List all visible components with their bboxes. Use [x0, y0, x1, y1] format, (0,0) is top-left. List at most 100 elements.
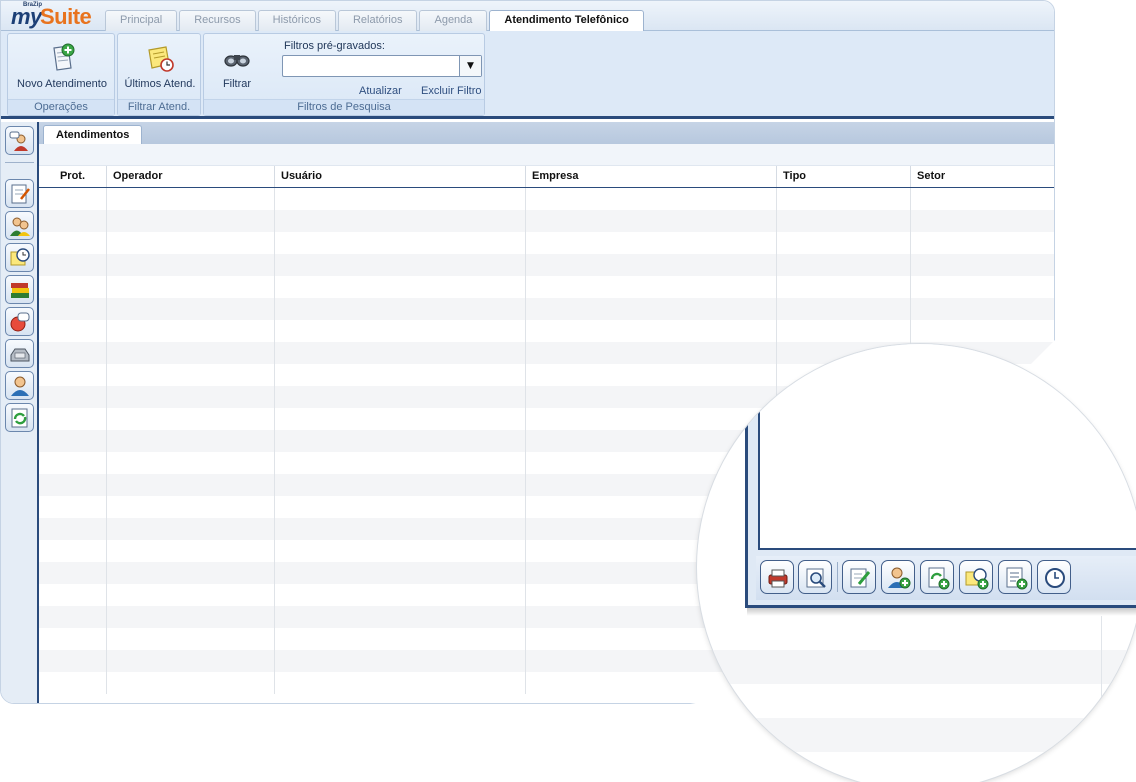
table-cell [39, 628, 107, 650]
novo-atendimento-label: Novo Atendimento [17, 78, 107, 90]
table-cell [526, 254, 777, 276]
table-cell [526, 276, 777, 298]
books-icon [11, 283, 29, 298]
table-cell [275, 584, 526, 606]
table-row[interactable] [39, 232, 1054, 254]
table-cell [39, 452, 107, 474]
table-cell [275, 386, 526, 408]
magnified-row [697, 650, 1136, 684]
add-list-button[interactable] [998, 560, 1032, 594]
clock-button[interactable] [1037, 560, 1071, 594]
table-cell [107, 496, 275, 518]
table-cell [39, 364, 107, 386]
table-cell [39, 232, 107, 254]
table-cell [911, 210, 1054, 232]
ribbon: Novo Atendimento Operações Últimos Atend… [1, 31, 1054, 119]
filtros-pre-gravados-select[interactable]: ▼ [282, 55, 482, 77]
tab-atendimento-telefonico[interactable]: Atendimento Telefônico [489, 10, 644, 32]
table-cell [39, 562, 107, 584]
table-cell [107, 584, 275, 606]
table-cell [275, 408, 526, 430]
column-header-empresa[interactable]: Empresa [526, 166, 777, 187]
add-clock-button[interactable] [959, 560, 993, 594]
magnified-row [697, 684, 1136, 718]
table-cell [526, 188, 777, 210]
table-row[interactable] [39, 320, 1054, 342]
tab-historicos[interactable]: Históricos [257, 10, 336, 31]
table-row[interactable] [39, 188, 1054, 210]
column-header-tipo[interactable]: Tipo [777, 166, 911, 187]
table-row[interactable] [39, 254, 1054, 276]
tab-relatorios[interactable]: Relatórios [337, 10, 418, 31]
sidebar-button-notes[interactable] [5, 179, 34, 208]
sidebar-button-books[interactable] [5, 275, 34, 304]
ribbon-group-filtros-pesquisa-label: Filtros de Pesquisa [204, 99, 484, 115]
table-cell [275, 518, 526, 540]
column-header-operador[interactable]: Operador [107, 166, 275, 187]
filtrar-button[interactable]: Filtrar [210, 42, 264, 90]
table-cell [911, 320, 1054, 342]
edit-button[interactable] [842, 560, 876, 594]
table-cell [39, 650, 107, 672]
preview-button[interactable] [798, 560, 832, 594]
toolbar-separator [837, 562, 838, 592]
table-cell [107, 188, 275, 210]
dropdown-arrow-icon[interactable]: ▼ [459, 56, 481, 76]
table-cell [526, 210, 777, 232]
sidebar-button-chat[interactable] [5, 307, 34, 336]
ribbon-group-filtrar-atend-label: Filtrar Atend. [118, 99, 200, 115]
ultimos-atend-button[interactable]: Últimos Atend. [120, 42, 200, 90]
table-cell [275, 628, 526, 650]
sidebar-button-users[interactable] [5, 211, 34, 240]
table-row[interactable] [39, 298, 1054, 320]
sidebar-button-ultimos[interactable] [5, 243, 34, 272]
table-row[interactable] [39, 276, 1054, 298]
novo-atendimento-button[interactable]: Novo Atendimento [12, 42, 112, 90]
column-header-prot[interactable]: Prot. [39, 166, 107, 187]
add-refresh-button[interactable] [920, 560, 954, 594]
user-chat-red-icon [10, 312, 30, 332]
table-cell [275, 320, 526, 342]
table-cell [107, 408, 275, 430]
magnified-grid-line [1101, 616, 1102, 782]
table-cell [526, 232, 777, 254]
add-user-button[interactable] [881, 560, 915, 594]
table-cell [275, 430, 526, 452]
table-row[interactable] [39, 210, 1054, 232]
table-cell [275, 496, 526, 518]
tab-atendimentos[interactable]: Atendimentos [43, 125, 143, 145]
table-cell [777, 254, 911, 276]
ribbon-group-filtrar-atend: Últimos Atend. Filtrar Atend. [117, 33, 201, 116]
table-cell [526, 364, 777, 386]
table-cell [39, 584, 107, 606]
table-cell [275, 540, 526, 562]
excluir-filtro-button[interactable]: Excluir Filtro [421, 85, 482, 97]
preview-icon [806, 568, 826, 588]
grid-header: Prot. Operador Usuário Empresa Tipo Seto… [39, 166, 1054, 188]
atualizar-button[interactable]: Atualizar [359, 85, 402, 97]
table-cell [526, 386, 777, 408]
notepad-icon [11, 184, 30, 204]
table-cell [39, 408, 107, 430]
main-tabs: Principal Recursos Históricos Relatórios… [105, 10, 644, 32]
table-cell [107, 540, 275, 562]
add-clock-icon [965, 568, 989, 590]
tab-agenda[interactable]: Agenda [419, 10, 488, 31]
magnifier-lens [697, 344, 1136, 782]
sidebar-button-phone[interactable] [5, 339, 34, 368]
sidebar-button-refresh[interactable] [5, 403, 34, 432]
column-header-setor[interactable]: Setor [911, 166, 1054, 187]
edit-icon [850, 568, 871, 588]
filtros-pre-gravados-label: Filtros pré-gravados: [284, 40, 385, 52]
sidebar-button-person[interactable] [5, 371, 34, 400]
column-header-usuario[interactable]: Usuário [275, 166, 526, 187]
new-document-icon [53, 43, 75, 71]
table-cell [107, 562, 275, 584]
print-button[interactable] [760, 560, 794, 594]
table-cell [107, 364, 275, 386]
tab-recursos[interactable]: Recursos [179, 10, 256, 31]
table-cell [107, 386, 275, 408]
magnified-window [745, 344, 1136, 608]
tab-principal[interactable]: Principal [105, 10, 178, 31]
sidebar-button-atendimento[interactable] [5, 126, 34, 155]
